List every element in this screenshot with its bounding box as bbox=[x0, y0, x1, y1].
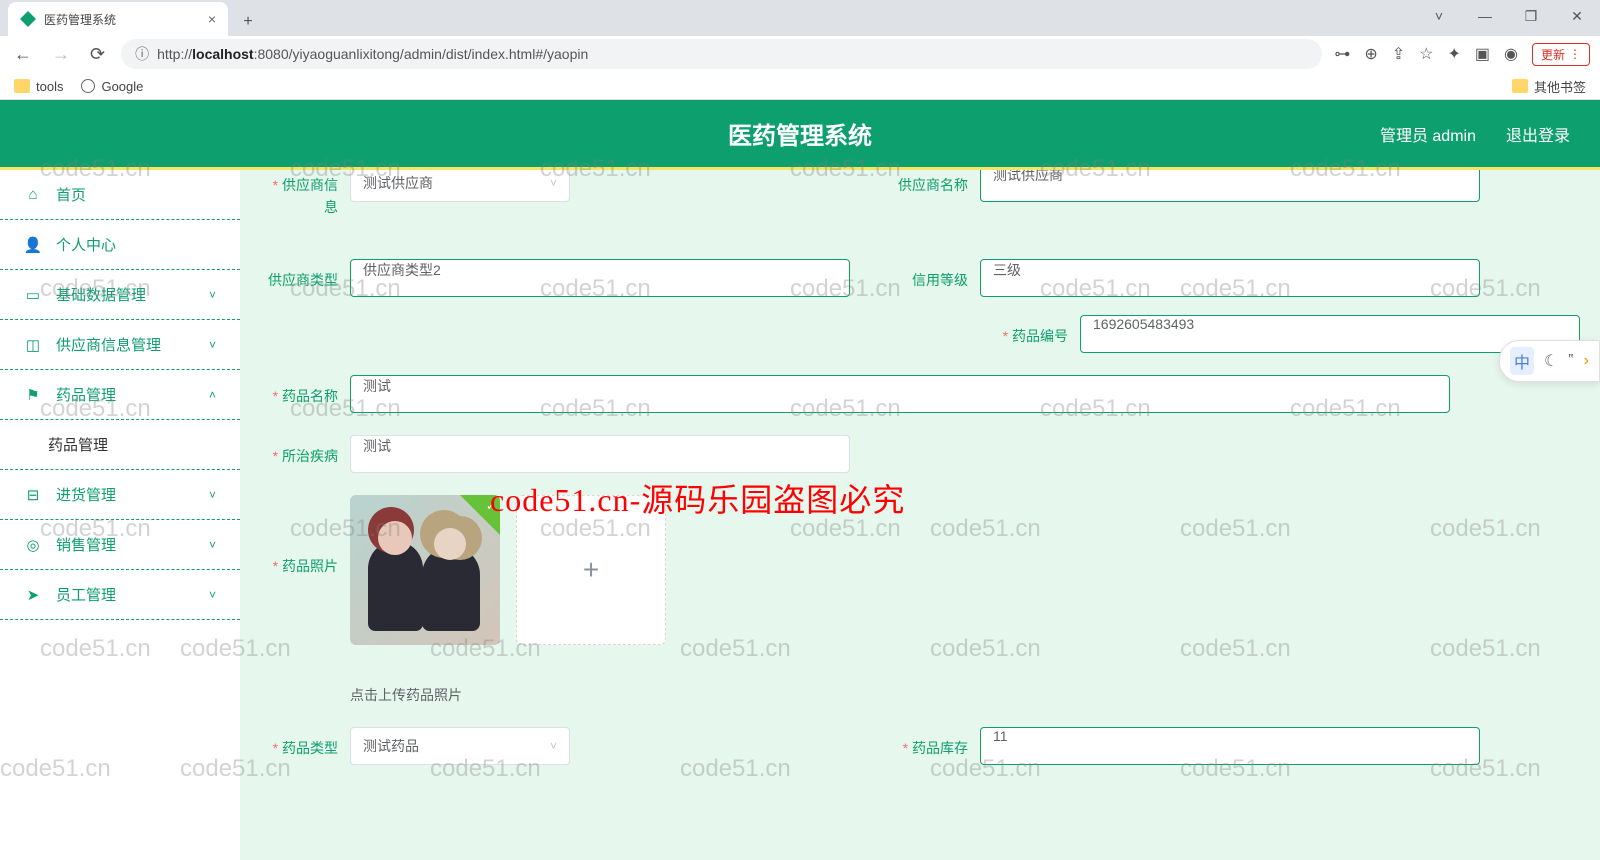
supplier-info-select[interactable]: 测试供应商 ˅ bbox=[350, 170, 570, 202]
chevron-down-icon: ˅ bbox=[209, 488, 216, 502]
reload-icon[interactable]: ⟳ bbox=[86, 44, 109, 65]
moon-icon[interactable]: ☾ bbox=[1544, 351, 1558, 371]
folder-icon bbox=[14, 79, 30, 93]
user-label[interactable]: 管理员 admin bbox=[1380, 122, 1476, 146]
supplier-type-input[interactable]: 供应商类型2 bbox=[350, 259, 850, 297]
stock-label: 药品库存 bbox=[890, 727, 980, 759]
type-select[interactable]: 测试药品 ˅ bbox=[350, 727, 570, 765]
sidebar-item-home[interactable]: ⌂首页 bbox=[0, 170, 240, 220]
forward-icon: → bbox=[48, 44, 74, 65]
supplier-type-label: 供应商类型 bbox=[260, 259, 350, 291]
sidebar-item-medicine[interactable]: ⚑药品管理˄ bbox=[0, 370, 240, 420]
quote-icon[interactable]: ‟ bbox=[1568, 352, 1573, 370]
sidebar: ⌂首页 👤个人中心 ▭基础数据管理˅ ◫供应商信息管理˅ ⚑药品管理˄ 药品管理… bbox=[0, 170, 240, 860]
address-bar: ← → ⟳ ⓘ http://localhost:8080/yiyaoguanl… bbox=[0, 36, 1600, 72]
name-label: 药品名称 bbox=[260, 375, 350, 407]
sidebar-item-purchase[interactable]: ⊟进货管理˅ bbox=[0, 470, 240, 520]
window-minimize-icon[interactable]: — bbox=[1462, 0, 1508, 32]
window-controls: ˅ — ❐ ✕ bbox=[1416, 0, 1600, 32]
sidebar-item-sales[interactable]: ◎销售管理˅ bbox=[0, 520, 240, 570]
disease-label: 所治疾病 bbox=[260, 435, 350, 467]
window-down-icon[interactable]: ˅ bbox=[1416, 0, 1462, 32]
ime-mode-icon[interactable]: 中 bbox=[1510, 347, 1534, 375]
app-header: 医药管理系统 管理员 admin 退出登录 bbox=[0, 100, 1600, 170]
send-icon: ➤ bbox=[24, 586, 42, 604]
ime-toolbar[interactable]: 中 ☾ ‟ › bbox=[1499, 340, 1600, 382]
sidebar-item-staff[interactable]: ➤员工管理˅ bbox=[0, 570, 240, 620]
photo-thumbnail[interactable] bbox=[350, 495, 500, 645]
update-button[interactable]: 更新 ⋮ bbox=[1532, 43, 1590, 66]
bookmark-icon[interactable]: ☆ bbox=[1419, 44, 1433, 64]
browser-tab[interactable]: 医药管理系统 × bbox=[8, 2, 228, 36]
chevron-down-icon: ˅ bbox=[209, 588, 216, 602]
info-icon[interactable]: ⓘ bbox=[135, 44, 149, 64]
bookmark-google[interactable]: Google bbox=[81, 79, 143, 94]
app-title: 医药管理系统 bbox=[728, 116, 872, 151]
share-icon[interactable]: ⇪ bbox=[1392, 44, 1405, 64]
sidebar-item-supplier[interactable]: ◫供应商信息管理˅ bbox=[0, 320, 240, 370]
photo-label: 药品照片 bbox=[260, 495, 350, 577]
chevron-up-icon: ˄ bbox=[209, 388, 216, 402]
red-banner: code51.cn-源码乐园盗图必究 bbox=[490, 475, 905, 521]
credit-label: 信用等级 bbox=[890, 259, 980, 291]
type-label: 药品类型 bbox=[260, 727, 350, 759]
new-tab-button[interactable]: + bbox=[234, 8, 262, 36]
flag-icon: ⚑ bbox=[24, 386, 42, 404]
name-input[interactable]: 测试 bbox=[350, 375, 1450, 413]
translate-icon[interactable]: ⊕ bbox=[1364, 44, 1377, 64]
sidebar-item-basedata[interactable]: ▭基础数据管理˅ bbox=[0, 270, 240, 320]
form-main: 供应商信息 测试供应商 ˅ 供应商名称 测试供应商 供应商类型 供应商类型2 信… bbox=[240, 170, 1600, 860]
logout-button[interactable]: 退出登录 bbox=[1506, 122, 1570, 146]
window-close-icon[interactable]: ✕ bbox=[1554, 0, 1600, 32]
back-icon[interactable]: ← bbox=[10, 44, 36, 65]
bookmark-other[interactable]: 其他书签 bbox=[1512, 77, 1586, 96]
chevron-down-icon: ˅ bbox=[209, 288, 216, 302]
sidebar-item-profile[interactable]: 👤个人中心 bbox=[0, 220, 240, 270]
stock-input[interactable]: 11 bbox=[980, 727, 1480, 765]
bookmark-tools[interactable]: tools bbox=[14, 79, 63, 94]
sidebar-subitem-medicine[interactable]: 药品管理 bbox=[0, 420, 240, 470]
bookmark-bar: tools Google 其他书签 bbox=[0, 72, 1600, 100]
crop-icon: ◫ bbox=[24, 336, 42, 354]
supplier-name-label: 供应商名称 bbox=[890, 170, 980, 196]
supplier-name-input[interactable]: 测试供应商 bbox=[980, 170, 1480, 202]
sidepanel-icon[interactable]: ▣ bbox=[1475, 44, 1490, 64]
folder-icon bbox=[1512, 79, 1528, 93]
url-text: http://localhost:8080/yiyaoguanlixitong/… bbox=[157, 46, 588, 62]
inbox-icon: ⊟ bbox=[24, 486, 42, 504]
chevron-down-icon: ˅ bbox=[550, 739, 557, 753]
globe-icon bbox=[81, 79, 95, 93]
upload-hint: 点击上传药品照片 bbox=[350, 685, 666, 705]
code-label: 药品编号 bbox=[990, 315, 1080, 347]
browser-chrome: ˅ — ❐ ✕ 医药管理系统 × + ← → ⟳ ⓘ http://localh… bbox=[0, 0, 1600, 100]
credit-input[interactable]: 三级 bbox=[980, 259, 1480, 297]
key-icon[interactable]: ⊶ bbox=[1334, 44, 1350, 64]
home-icon: ⌂ bbox=[24, 186, 42, 204]
tab-bar: 医药管理系统 × + bbox=[0, 0, 1600, 36]
monitor-icon: ▭ bbox=[24, 286, 42, 304]
tab-favicon-icon bbox=[20, 11, 36, 27]
url-input[interactable]: ⓘ http://localhost:8080/yiyaoguanlixiton… bbox=[121, 39, 1322, 69]
chevron-down-icon: ˅ bbox=[550, 176, 557, 190]
window-maximize-icon[interactable]: ❐ bbox=[1508, 0, 1554, 32]
tab-title: 医药管理系统 bbox=[44, 11, 116, 28]
expand-icon[interactable]: › bbox=[1584, 352, 1589, 370]
target-icon: ◎ bbox=[24, 536, 42, 554]
user-icon: 👤 bbox=[24, 236, 42, 254]
header-right: 管理员 admin 退出登录 bbox=[1380, 122, 1570, 146]
chrome-actions: ⊶ ⊕ ⇪ ☆ ✦ ▣ ◉ 更新 ⋮ bbox=[1334, 43, 1590, 66]
supplier-info-label: 供应商信息 bbox=[260, 170, 350, 219]
chevron-down-icon: ˅ bbox=[209, 538, 216, 552]
extensions-icon[interactable]: ✦ bbox=[1447, 44, 1460, 64]
disease-input[interactable]: 测试 bbox=[350, 435, 850, 473]
profile-icon[interactable]: ◉ bbox=[1504, 44, 1518, 64]
chevron-down-icon: ˅ bbox=[209, 338, 216, 352]
tab-close-icon[interactable]: × bbox=[208, 11, 216, 27]
